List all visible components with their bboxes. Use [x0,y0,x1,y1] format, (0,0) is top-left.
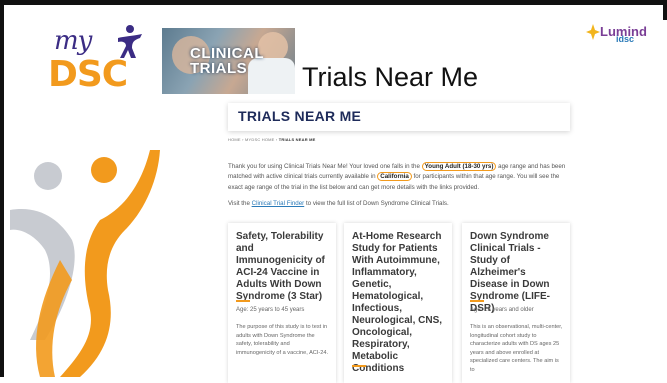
age-group-highlight: Young Adult (18-30 yrs) [421,162,497,171]
lumind-idsc-logo[interactable]: Lumind idsc [586,24,647,44]
trial-card-description: The purpose of this study is to test in … [236,324,329,356]
logo-figure-icon [118,25,142,58]
breadcrumb-mydsc[interactable]: MYDSC HOME [245,137,275,142]
trial-card-age: Age: 25 years to 45 years [236,307,305,313]
mydsc-logo[interactable]: my DSC [48,24,148,95]
breadcrumb: HOME › MYDSC HOME › TRIALS NEAR ME [228,137,316,142]
card-accent-bar [236,300,250,302]
dancing-figure-icon [10,150,160,377]
intro-text-1: Thank you for using Clinical Trials Near… [228,163,422,170]
location-highlight: California [377,172,412,182]
visit-suffix: to view the full list of Down Syndrome C… [304,200,449,207]
logo-dsc-text: DSC [48,54,128,95]
trial-card-age: Age: 25 years and older [470,307,534,313]
section-banner: TRIALS NEAR ME [228,103,570,131]
lumind-spark-icon [586,24,600,40]
card-accent-bar [352,365,366,367]
visit-prefix: Visit the [228,200,252,207]
breadcrumb-sep: › [242,137,244,142]
clinical-trial-finder-link[interactable]: Clinical Trial Finder [252,200,305,207]
window-frame-notch [663,20,667,377]
trial-card-description: This is an observational, multi-center, … [470,324,563,373]
clinical-line-2: TRIALS [190,60,248,77]
logo-my-text: my [54,26,92,56]
clinical-trials-image-text: CLINICAL TRIALS [190,46,264,76]
clinical-line-1: CLINICAL [190,45,264,62]
window-frame-top [0,0,667,5]
clinical-trials-image: CLINICAL TRIALS [162,28,295,94]
banner-title: TRIALS NEAR ME [238,108,362,124]
breadcrumb-current: TRIALS NEAR ME [278,137,316,142]
breadcrumb-home[interactable]: HOME [228,137,241,142]
visit-line: Visit the Clinical Trial Finder to view … [228,200,449,207]
breadcrumb-sep: › [275,137,278,142]
trial-card[interactable]: Safety, Tolerability and Immunogenicity … [228,223,336,383]
trial-card-title[interactable]: Down Syndrome Clinical Trials - Study of… [470,231,566,315]
intro-paragraph: Thank you for using Clinical Trials Near… [228,162,573,193]
trial-card[interactable]: At-Home Research Study for Patients With… [344,223,452,383]
trial-card-title[interactable]: Safety, Tolerability and Immunogenicity … [236,231,332,303]
trial-card[interactable]: Down Syndrome Clinical Trials - Study of… [462,223,570,383]
idsc-text: idsc [616,34,635,44]
trial-card-title[interactable]: At-Home Research Study for Patients With… [352,231,448,375]
page-title: Trials Near Me [302,62,479,92]
card-accent-bar [470,300,484,302]
